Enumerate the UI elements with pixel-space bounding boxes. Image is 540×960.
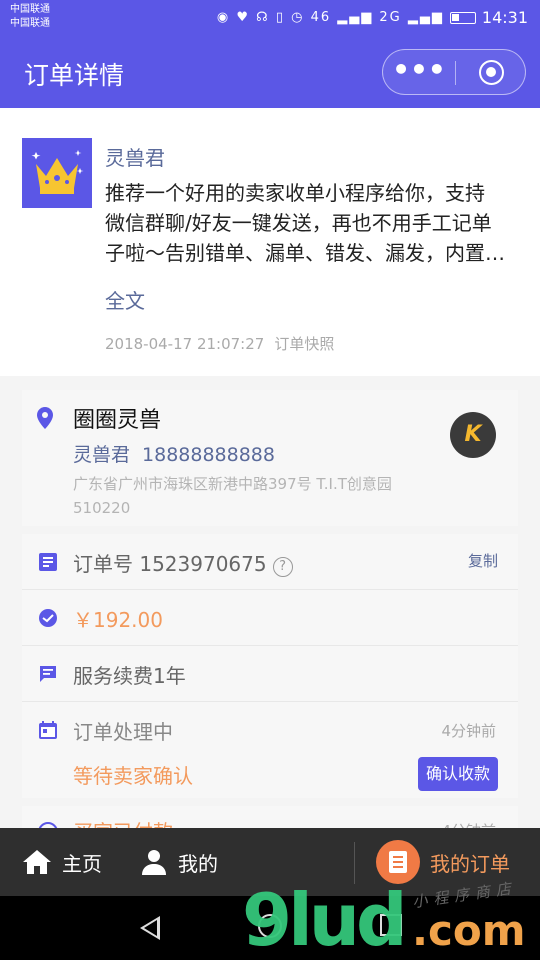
location-pin-icon xyxy=(37,407,53,429)
recent-apps-icon[interactable] xyxy=(380,914,402,936)
document-icon xyxy=(39,553,57,571)
post-author[interactable]: 灵兽君 xyxy=(105,142,165,171)
address-card[interactable]: 圈圈灵兽 灵兽君 18888888888 广东省广州市海珠区新港中路397号 T.… xyxy=(22,390,518,526)
address-line: 广东省广州市海珠区新港中路397号 T.I.T创意园 xyxy=(73,475,392,493)
address-detail: 广东省广州市海珠区新港中路397号 T.I.T创意园 510220 xyxy=(73,472,392,520)
calendar-icon xyxy=(39,721,57,739)
miniprogram-capsule: ••• xyxy=(382,49,526,95)
order-list-icon xyxy=(376,840,420,884)
back-icon[interactable] xyxy=(140,916,160,940)
home-icon xyxy=(23,850,51,874)
tab-mine-label: 我的 xyxy=(178,851,218,876)
waiting-seller-text: 等待卖家确认 xyxy=(73,764,193,788)
post-timestamp: 2018-04-17 21:07:27 xyxy=(105,335,265,353)
order-info-card: 订单号 1523970675? 复制 ￥192.00 服务续费1年 订单处理中 … xyxy=(22,534,518,798)
order-status-row: 订单处理中 4分钟前 等待卖家确认 确认收款 xyxy=(22,702,518,798)
post-meta: 2018-04-17 21:07:27 订单快照 xyxy=(105,333,344,354)
status-icons: ◉ ♥ ☊ ▯ ◷ 46 ▂▄▆ 2G ▂▄▆ xyxy=(216,10,444,25)
crown-icon xyxy=(22,138,92,208)
order-status-time: 4分钟前 xyxy=(441,722,496,740)
more-icon[interactable]: ••• xyxy=(383,50,455,96)
order-price: ￥192.00 xyxy=(73,608,163,632)
tab-my-orders[interactable]: 我的订单 xyxy=(376,828,510,896)
order-number: 订单号 1523970675? xyxy=(73,548,293,577)
order-price-row: ￥192.00 xyxy=(22,590,518,646)
page-title: 订单详情 xyxy=(24,61,125,90)
tab-my-orders-label: 我的订单 xyxy=(430,851,510,876)
clock: 14:31 xyxy=(481,8,528,27)
contact-phone[interactable]: 18888888888 xyxy=(142,444,275,466)
message-icon xyxy=(40,666,56,682)
user-icon xyxy=(142,850,166,875)
carrier-1: 中国联通 xyxy=(10,4,50,15)
post-avatar[interactable] xyxy=(22,138,92,208)
battery-icon xyxy=(449,11,476,24)
status-bar: 中国联通 中国联通 ◉ ♥ ☊ ▯ ◷ 46 ▂▄▆ 2G ▂▄▆ 14:31 xyxy=(0,0,540,38)
shop-logo: K xyxy=(450,412,496,458)
system-nav-bar xyxy=(0,896,540,960)
order-number-row: 订单号 1523970675? 复制 xyxy=(22,534,518,590)
post-line: 微信群聊/好友一键发送，再也不用手工记单 xyxy=(105,211,492,235)
recipient-contact: 灵兽君 18888888888 xyxy=(73,440,275,467)
nav-bar: 订单详情 ••• xyxy=(0,38,540,108)
tab-home-label: 主页 xyxy=(62,851,102,876)
tab-divider xyxy=(354,842,355,884)
tab-bar: 主页 我的 我的订单 xyxy=(0,828,540,896)
tab-mine[interactable]: 我的 xyxy=(140,828,218,896)
order-number-label: 订单号 xyxy=(73,552,133,576)
order-snapshot-link[interactable]: 订单快照 xyxy=(274,335,334,353)
copy-button[interactable]: 复制 xyxy=(468,550,498,571)
carrier-info: 中国联通 中国联通 xyxy=(10,3,50,31)
order-number-value: 1523970675 xyxy=(139,552,267,576)
close-target-icon[interactable] xyxy=(479,60,504,85)
order-status: 订单处理中 xyxy=(73,720,173,744)
shop-logo-letter: K xyxy=(464,422,482,447)
help-icon[interactable]: ? xyxy=(272,557,293,577)
wechat-pay-icon xyxy=(39,609,57,627)
recipient-shop-name: 圈圈灵兽 xyxy=(73,408,162,433)
confirm-payment-button[interactable]: 确认收款 xyxy=(418,757,498,791)
tab-home[interactable]: 主页 xyxy=(22,828,102,896)
order-service: 服务续费1年 xyxy=(73,664,186,688)
capsule-divider xyxy=(455,61,456,85)
postcode: 510220 xyxy=(73,499,131,517)
contact-name: 灵兽君 xyxy=(73,444,131,466)
post-body: 推荐一个好用的卖家收单小程序给你，支持 微信群聊/好友一键发送，再也不用手工记单… xyxy=(105,178,520,268)
order-service-row: 服务续费1年 xyxy=(22,646,518,702)
carrier-2: 中国联通 xyxy=(10,18,50,29)
full-text-link[interactable]: 全文 xyxy=(105,285,145,314)
post-line: 推荐一个好用的卖家收单小程序给你，支持 xyxy=(105,181,485,205)
post-line: 子啦～告别错单、漏单、错发、漏发，内置… xyxy=(105,241,505,265)
home-circle-icon[interactable] xyxy=(258,914,282,938)
status-indicators: ◉ ♥ ☊ ▯ ◷ 46 ▂▄▆ 2G ▂▄▆ 14:31 xyxy=(217,8,528,27)
